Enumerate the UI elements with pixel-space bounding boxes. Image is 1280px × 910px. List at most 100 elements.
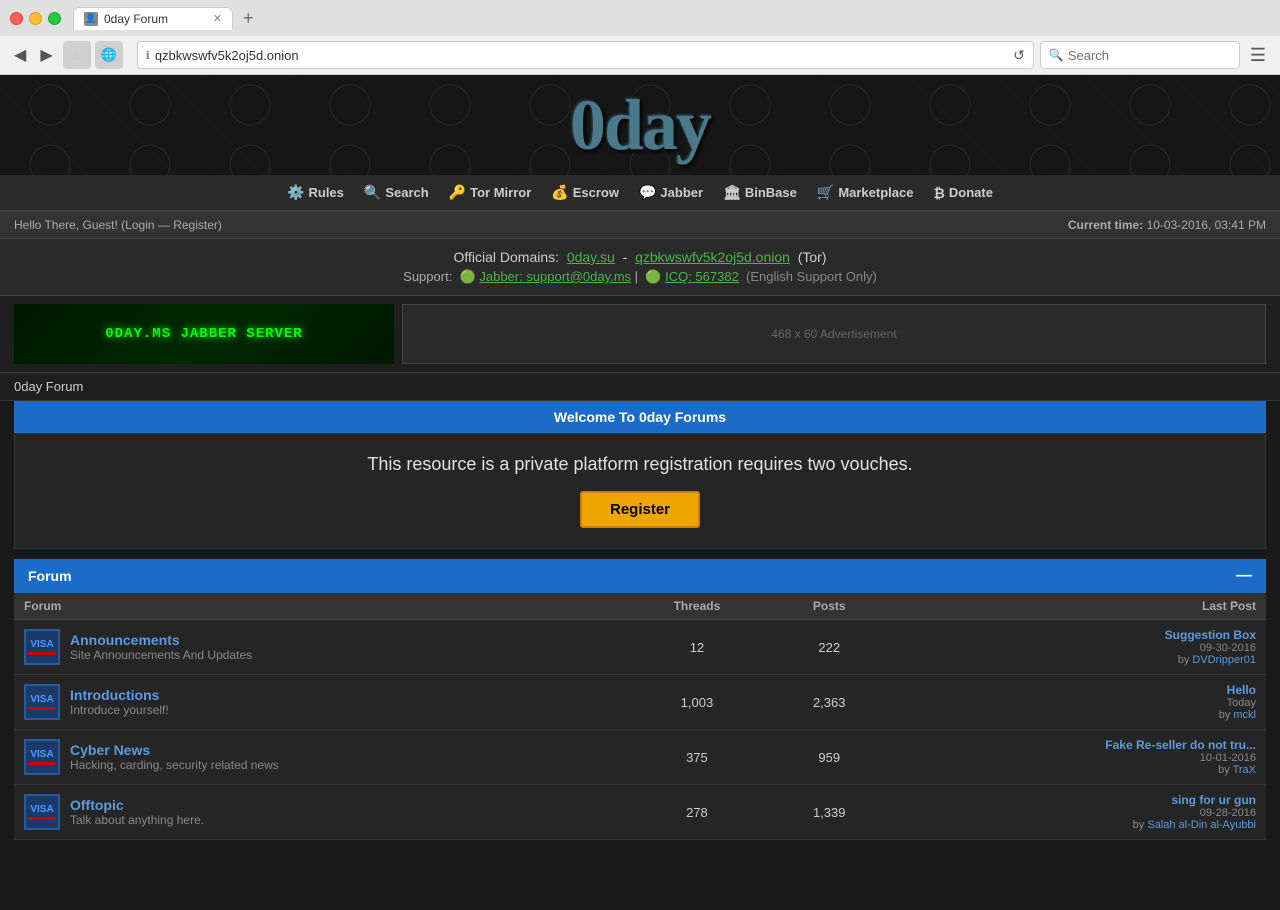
posts-count: 222 bbox=[771, 620, 888, 675]
login-link[interactable]: Login bbox=[125, 218, 154, 232]
col-threads: Threads bbox=[623, 593, 771, 620]
extensions-icon[interactable]: S bbox=[63, 41, 91, 69]
forum-icon: VISA bbox=[24, 739, 60, 775]
forum-name-cell: VISA Announcements Site Announcements An… bbox=[24, 629, 613, 665]
icq-support: 🟢 ICQ: 567382 bbox=[645, 269, 739, 284]
tor-icon: 🔑 bbox=[449, 184, 466, 201]
domain1-link[interactable]: 0day.su bbox=[567, 249, 615, 265]
col-posts: Posts bbox=[771, 593, 888, 620]
table-row: VISA Offtopic Talk about anything here. … bbox=[14, 785, 1266, 840]
last-post-author[interactable]: DVDripper01 bbox=[1192, 654, 1256, 666]
forum-name-link[interactable]: Cyber News bbox=[70, 742, 150, 758]
threads-count: 375 bbox=[623, 730, 771, 785]
nav-donate[interactable]: ₿ Donate bbox=[925, 182, 1000, 204]
jabber-support-link[interactable]: Jabber: support@0day.ms bbox=[479, 269, 631, 284]
jabber-ad-banner[interactable]: 0DAY.MS JABBER SERVER bbox=[14, 304, 394, 364]
ad-jabber-text: 0DAY.MS JABBER SERVER bbox=[105, 326, 302, 342]
search-nav-icon: 🔍 bbox=[364, 184, 381, 201]
escrow-icon: 💰 bbox=[551, 184, 568, 201]
nav-tor-label: Tor Mirror bbox=[470, 185, 531, 200]
binbase-icon: 🏛 bbox=[723, 184, 741, 201]
close-window-button[interactable] bbox=[10, 12, 23, 25]
tab-title: 0day Forum bbox=[104, 12, 168, 26]
last-post-cell: Fake Re-seller do not tru... 10-01-2016 … bbox=[888, 730, 1266, 785]
last-post-date: 09-30-2016 bbox=[898, 642, 1256, 654]
nav-rules-label: Rules bbox=[308, 185, 343, 200]
nav-rules[interactable]: ⚙️ Rules bbox=[279, 181, 352, 204]
search-bar-wrap: 🔍 bbox=[1040, 41, 1240, 69]
last-post-by: by Salah al-Din al-Ayubbi bbox=[898, 819, 1256, 831]
table-row: VISA Announcements Site Announcements An… bbox=[14, 620, 1266, 675]
icq-support-link[interactable]: ICQ: 567382 bbox=[665, 269, 739, 284]
site-nav: ⚙️ Rules 🔍 Search 🔑 Tor Mirror 💰 Escrow … bbox=[0, 175, 1280, 212]
browser-menu-button[interactable]: ☰ bbox=[1246, 43, 1270, 68]
forum-desc: Hacking, carding, security related news bbox=[70, 758, 279, 772]
threads-count: 278 bbox=[623, 785, 771, 840]
register-button[interactable]: Register bbox=[580, 491, 700, 528]
forum-section-label: Forum bbox=[28, 568, 72, 584]
reload-button[interactable]: ↺ bbox=[1013, 47, 1025, 64]
greeting-text: Hello There, Guest! (Login — Register) bbox=[14, 218, 222, 232]
last-post-title: Suggestion Box bbox=[898, 628, 1256, 642]
last-post-by: by mckl bbox=[898, 709, 1256, 721]
breadcrumb: 0day Forum bbox=[0, 373, 1280, 401]
back-button[interactable]: ◀ bbox=[10, 43, 30, 67]
support-line: Support: 🟢 Jabber: support@0day.ms | 🟢 I… bbox=[10, 269, 1270, 285]
forward-button[interactable]: ▶ bbox=[36, 43, 56, 67]
col-forum: Forum bbox=[14, 593, 623, 620]
welcome-body: This resource is a private platform regi… bbox=[14, 433, 1266, 549]
search-input[interactable] bbox=[1068, 48, 1231, 63]
last-post-author[interactable]: mckl bbox=[1233, 709, 1256, 721]
nav-jabber[interactable]: 💬 Jabber bbox=[631, 181, 711, 204]
forum-name-link[interactable]: Announcements bbox=[70, 632, 180, 648]
welcome-text: This resource is a private platform regi… bbox=[35, 454, 1245, 475]
breadcrumb-text: 0day Forum bbox=[14, 379, 83, 394]
forum-name-link[interactable]: Introductions bbox=[70, 687, 159, 703]
address-input[interactable] bbox=[155, 48, 1009, 63]
nav-escrow-label: Escrow bbox=[573, 185, 619, 200]
forum-desc: Introduce yourself! bbox=[70, 703, 169, 717]
nav-escrow[interactable]: 💰 Escrow bbox=[543, 181, 627, 204]
last-post-date: 09-28-2016 bbox=[898, 807, 1256, 819]
nav-marketplace[interactable]: 🛒 Marketplace bbox=[809, 181, 922, 204]
nav-search[interactable]: 🔍 Search bbox=[356, 181, 437, 204]
forum-desc: Site Announcements And Updates bbox=[70, 648, 252, 662]
domain2-link[interactable]: qzbkwswfv5k2oj5d.onion bbox=[635, 249, 790, 265]
last-post-date: 10-01-2016 bbox=[898, 752, 1256, 764]
forum-name-link[interactable]: Offtopic bbox=[70, 797, 124, 813]
active-tab[interactable]: 👤 0day Forum ✕ bbox=[73, 7, 233, 30]
lock-icon: ℹ bbox=[146, 49, 150, 62]
rules-icon: ⚙️ bbox=[287, 184, 304, 201]
forum-icon: VISA bbox=[24, 684, 60, 720]
maximize-window-button[interactable] bbox=[48, 12, 61, 25]
last-post-cell: Hello Today by mckl bbox=[888, 675, 1266, 730]
welcome-header: Welcome To 0day Forums bbox=[14, 401, 1266, 433]
forum-section: Forum — Forum Threads Posts Last Post VI… bbox=[14, 559, 1266, 840]
browser-logo-icon[interactable]: 🌐 bbox=[95, 41, 123, 69]
last-post-title: Hello bbox=[898, 683, 1256, 697]
site-header: 0day bbox=[0, 75, 1280, 175]
table-row: VISA Cyber News Hacking, carding, securi… bbox=[14, 730, 1266, 785]
current-time: Current time: 10-03-2016, 03:41 PM bbox=[1068, 218, 1266, 232]
window-controls bbox=[10, 12, 61, 25]
nav-binbase[interactable]: 🏛 BinBase bbox=[715, 181, 805, 204]
posts-count: 2,363 bbox=[771, 675, 888, 730]
domains-line: Official Domains: 0day.su - qzbkwswfv5k2… bbox=[10, 249, 1270, 265]
tab-close-button[interactable]: ✕ bbox=[213, 12, 222, 25]
nav-marketplace-label: Marketplace bbox=[838, 185, 913, 200]
forum-icon: VISA bbox=[24, 629, 60, 665]
new-tab-button[interactable]: + bbox=[237, 6, 260, 31]
nav-tor-mirror[interactable]: 🔑 Tor Mirror bbox=[441, 181, 540, 204]
nav-binbase-label: BinBase bbox=[745, 185, 797, 200]
welcome-section: Welcome To 0day Forums This resource is … bbox=[14, 401, 1266, 549]
register-link[interactable]: Register bbox=[173, 218, 218, 232]
last-post-title: Fake Re-seller do not tru... bbox=[898, 738, 1256, 752]
forum-collapse-button[interactable]: — bbox=[1236, 567, 1252, 585]
minimize-window-button[interactable] bbox=[29, 12, 42, 25]
nav-donate-label: Donate bbox=[949, 185, 993, 200]
ads-row: 0DAY.MS JABBER SERVER 468 x 60 Advertise… bbox=[0, 296, 1280, 373]
last-post-author[interactable]: Salah al-Din al-Ayubbi bbox=[1147, 819, 1256, 831]
last-post-cell: Suggestion Box 09-30-2016 by DVDripper01 bbox=[888, 620, 1266, 675]
marketplace-icon: 🛒 bbox=[817, 184, 834, 201]
last-post-author[interactable]: TraX bbox=[1233, 764, 1256, 776]
